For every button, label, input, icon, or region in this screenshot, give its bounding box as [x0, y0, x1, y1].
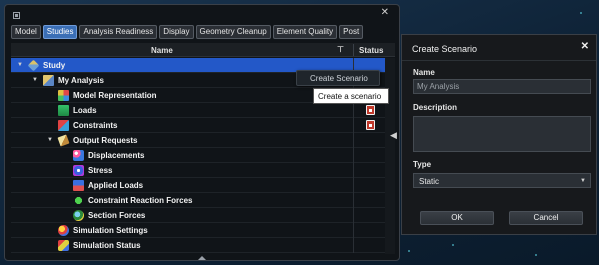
tab-analysis-readiness[interactable]: Analysis Readiness	[79, 25, 158, 39]
tab-bar: Model Studies Analysis Readiness Display…	[11, 25, 364, 39]
status-cell	[353, 103, 354, 118]
study-browser-panel: ✕ Model Studies Analysis Readiness Displ…	[4, 4, 400, 261]
background-sparkle	[580, 12, 582, 14]
collapse-arrow-icon[interactable]: ▼	[32, 77, 38, 83]
status-cell	[353, 208, 354, 223]
status-cell	[353, 163, 354, 178]
tree-item-label: Stress	[88, 166, 113, 175]
menu-item-create-scenario[interactable]: Create Scenario	[310, 74, 368, 83]
type-label: Type	[413, 160, 432, 169]
constraints-icon	[58, 120, 69, 131]
description-field[interactable]	[413, 116, 591, 152]
panel-title-bar[interactable]: ✕	[5, 5, 399, 24]
name-field[interactable]	[413, 79, 591, 94]
tree-row-section-forces[interactable]: Section Forces	[11, 208, 395, 223]
tree-item-label: My Analysis	[58, 76, 104, 85]
tab-display[interactable]: Display	[159, 25, 194, 39]
tree-item-label: Study	[43, 61, 66, 70]
dialog-title: Create Scenario	[412, 44, 478, 54]
panel-close-icon[interactable]: ✕	[381, 8, 389, 18]
column-divider[interactable]	[353, 44, 354, 56]
divider	[402, 60, 596, 61]
status-cell	[353, 148, 354, 163]
chevron-left-icon: ◀	[390, 130, 397, 140]
tree-item-label: Section Forces	[88, 211, 146, 220]
column-header-name[interactable]: Name	[151, 46, 173, 55]
type-dropdown[interactable]: Static ▼	[413, 173, 591, 188]
status-cell	[353, 178, 354, 193]
tree-row-simulation-settings[interactable]: Simulation Settings	[11, 223, 395, 238]
simulation-status-icon	[58, 240, 69, 251]
output-requests-icon	[57, 134, 70, 147]
tree-row-constraint-reaction-forces[interactable]: Constraint Reaction Forces	[11, 193, 395, 208]
tree-row-displacements[interactable]: Displacements	[11, 148, 395, 163]
background-sparkle	[408, 250, 410, 252]
tree-row-simulation-status[interactable]: Simulation Status	[11, 238, 395, 253]
background-sparkle	[452, 244, 454, 246]
stress-icon	[73, 165, 84, 176]
tree-column-header: Name ⊤ Status	[11, 43, 395, 57]
tree-item-label: Output Requests	[73, 136, 138, 145]
tree-item-label: Constraints	[73, 121, 118, 130]
status-cell	[353, 133, 354, 148]
tab-element-quality[interactable]: Element Quality	[272, 25, 338, 39]
create-scenario-dialog: Create Scenario ✕ Name Description Type …	[401, 34, 597, 235]
tab-model[interactable]: Model	[11, 25, 41, 39]
panel-resize-grip-icon[interactable]	[196, 256, 208, 261]
context-menu: Create Scenario	[296, 70, 380, 86]
study-icon	[27, 59, 40, 72]
model-representation-icon	[58, 90, 69, 101]
status-cell	[353, 238, 354, 253]
collapse-arrow-icon[interactable]: ▼	[17, 62, 23, 68]
tree-item-label: Applied Loads	[88, 181, 144, 190]
simulation-settings-icon	[58, 225, 69, 236]
panel-float-icon[interactable]	[13, 12, 20, 19]
ok-button[interactable]: OK	[420, 211, 494, 225]
error-badge-icon[interactable]	[366, 120, 375, 130]
analysis-icon	[43, 75, 54, 86]
tree-row-applied-loads[interactable]: Applied Loads	[11, 178, 395, 193]
status-cell	[353, 193, 354, 208]
filter-icon[interactable]: ⊤	[337, 45, 344, 54]
tree-row-constraints[interactable]: Constraints	[11, 118, 395, 133]
tree-item-label: Simulation Settings	[73, 226, 148, 235]
tab-studies[interactable]: Studies	[42, 25, 78, 39]
background-sparkle	[535, 254, 537, 256]
tab-geometry-cleanup[interactable]: Geometry Cleanup	[195, 25, 271, 39]
status-cell	[353, 118, 354, 133]
tree-item-label: Loads	[73, 106, 97, 115]
error-badge-icon[interactable]	[366, 105, 375, 115]
tree-item-label: Simulation Status	[73, 241, 141, 250]
tab-post[interactable]: Post	[339, 25, 364, 39]
chevron-down-icon: ▼	[580, 178, 586, 184]
tree-item-label: Displacements	[88, 151, 145, 160]
cancel-button[interactable]: Cancel	[509, 211, 583, 225]
status-cell	[353, 223, 354, 238]
loads-icon	[58, 105, 69, 116]
tree-row-loads[interactable]: Loads	[11, 103, 395, 118]
name-label: Name	[413, 68, 435, 77]
displacements-icon	[73, 150, 84, 161]
tree-row-stress[interactable]: Stress	[11, 163, 395, 178]
collapse-arrow-icon[interactable]: ▼	[47, 137, 53, 143]
close-icon[interactable]: ✕	[581, 41, 589, 52]
tree-row-output-requests[interactable]: ▼ Output Requests	[11, 133, 395, 148]
section-forces-icon	[73, 210, 84, 221]
constraint-reaction-forces-icon	[73, 195, 84, 206]
column-header-status[interactable]: Status	[359, 46, 383, 55]
tooltip: Create a scenario	[313, 88, 389, 104]
panel-collapse-handle[interactable]: ◀	[386, 123, 400, 147]
tree-item-label: Model Representation	[73, 91, 157, 100]
description-label: Description	[413, 103, 458, 112]
type-selected-value: Static	[419, 177, 440, 186]
applied-loads-icon	[73, 180, 84, 191]
tree-item-label: Constraint Reaction Forces	[88, 196, 193, 205]
